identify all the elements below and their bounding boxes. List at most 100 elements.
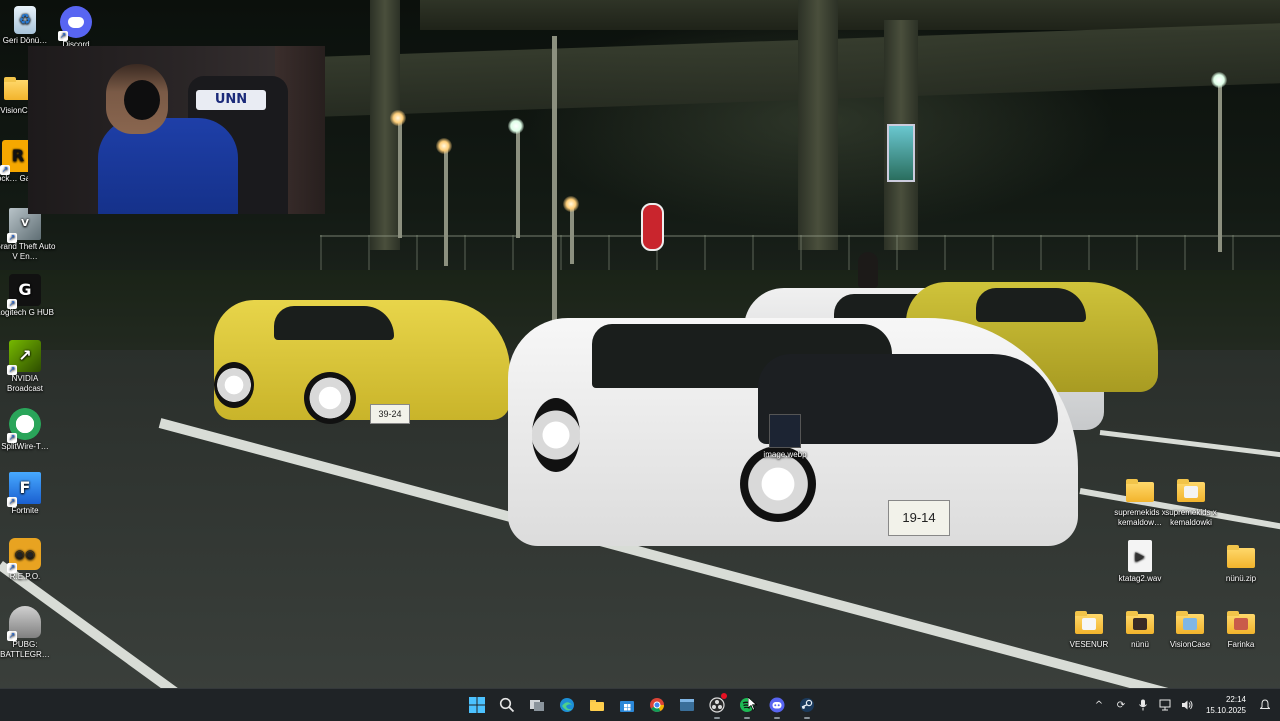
folder-icon [1124,474,1156,506]
wallpaper-street-lamp [444,146,448,266]
desktop-icon-label: image.webp [763,450,807,459]
webcam-overlay: UNN [28,46,325,214]
logitech-g-hub-icon: G [7,274,41,309]
webcam-person-torso [98,118,238,214]
folder-icon [1175,474,1207,506]
desktop-icon-label: Fortnite [11,506,39,515]
desktop-icon-label: Grand Theft Auto V En… [0,242,56,261]
folder-icon [1124,606,1156,638]
taskbar-store-button[interactable] [614,691,640,719]
steam-icon [799,697,815,713]
desktop-icon-fortnite[interactable]: F Fortnite [0,472,57,516]
desktop-icon-farinka[interactable]: Farinka [1209,606,1273,650]
desktop-icon-label: SplitWire-T… [1,442,49,451]
file-explorer-icon [589,697,605,713]
desktop-icon-repo[interactable]: ◉◉ R.E.P.O. [0,538,57,582]
repo-game-icon: ◉◉ [7,538,41,573]
webcam-headset [124,80,160,120]
wallpaper-lamp-glow [563,196,579,212]
desktop-icon-discord[interactable]: Discord [44,6,108,50]
splitwire-icon [7,408,41,443]
notification-center-button[interactable] [1258,698,1272,712]
discord-icon [769,697,785,713]
desktop-icon-nvidia[interactable]: ↗ NVIDIA Broadcast [0,340,57,394]
desktop-icon-gta[interactable]: V Grand Theft Auto V En… [0,208,57,262]
desktop-icon-splitwire[interactable]: SplitWire-T… [0,408,57,452]
wallpaper-no-entry-sign [641,203,664,251]
nvidia-broadcast-icon: ↗ [7,340,41,375]
wallpaper-pillar [798,0,838,250]
chevron-up-icon: ^ [1094,699,1104,711]
wallpaper-license-plate: 39-24 [370,404,410,424]
wallpaper-person [858,252,878,288]
tray-volume-icon[interactable] [1180,698,1194,712]
chrome-icon [649,697,665,713]
tray-microphone-icon[interactable] [1136,698,1150,712]
audio-file-icon: ▶ [1128,540,1152,572]
task-view-button[interactable] [524,691,550,719]
desktop-icon-label: nünü [1131,640,1149,649]
wallpaper-street-lamp [516,128,520,238]
desktop-icon-label: VESENUR [1069,640,1109,649]
mouse-cursor-icon [748,697,758,711]
taskbar-app-list [464,689,820,721]
wallpaper-lamp-glow [436,138,452,154]
taskbar-steam-button[interactable] [794,691,820,719]
desktop-icon-supremekids-2[interactable]: supremekids x kemaldowki [1159,474,1223,528]
desktop-icon-pubg[interactable]: PUBG: BATTLEGR… [0,606,57,660]
desktop-icon-label: Geri Dönü… [2,36,48,45]
taskbar-discord-button[interactable] [764,691,790,719]
wallpaper-lamp-glow [390,110,406,126]
recycle-bin-icon: ♻ [14,6,36,34]
zip-folder-icon [1225,540,1257,572]
search-icon [499,697,515,713]
wallpaper-license-plate: 19-14 [888,500,950,536]
edge-browser-icon [559,697,575,713]
desktop-icon-label: VisionCase [1169,640,1211,649]
wallpaper-light-pole [552,36,557,326]
obs-icon [709,697,725,713]
taskbar-clock[interactable]: 22:14 15.10.2025 [1206,694,1246,716]
task-view-icon [529,697,545,713]
desktop-icon-label: PUBG: BATTLEGR… [0,640,50,659]
show-hidden-icons-button[interactable]: ^ [1092,698,1106,712]
wallpaper-digital-sign [887,124,915,182]
desktop-icon-label: NVIDIA Broadcast [6,374,44,393]
folder-icon [1174,606,1206,638]
wallpaper-street-lamp [570,204,574,264]
wallpaper-lamp-glow [508,118,524,134]
start-button[interactable] [464,691,490,719]
folder-icon [1225,606,1257,638]
discord-icon [58,6,92,41]
fortnite-icon: F [7,472,41,507]
clock-date: 15.10.2025 [1205,706,1246,715]
desktop-icon-image-webp[interactable]: image.webp [753,414,817,460]
wallpaper-street-lamp [398,118,402,238]
taskbar-app-window-button[interactable] [674,691,700,719]
desktop-icon-nunu-zip[interactable]: nünü.zip [1209,540,1273,584]
microsoft-store-icon [619,697,635,713]
desktop-icon-ktatag2[interactable]: ▶ ktatag2.wav [1108,540,1172,584]
desktop-icon-label: nünü.zip [1225,574,1257,583]
taskbar-file-explorer-button[interactable] [584,691,610,719]
taskbar-obs-button[interactable] [704,691,730,719]
taskbar-search-button[interactable] [494,691,520,719]
tray-network-icon[interactable] [1158,698,1172,712]
tray-sync-icon[interactable]: ⟳ [1114,698,1128,712]
wallpaper-yellow-car: 39-24 [214,300,510,424]
taskbar-chrome-button[interactable] [644,691,670,719]
desktop-icon-label: R.E.P.O. [9,572,41,581]
folder-icon [1073,606,1105,638]
wallpaper-street-lamp [1218,82,1222,252]
desktop-icon-label: ktatag2.wav [1118,574,1162,583]
app-window-icon [679,697,695,713]
desktop-icon-label: Farinka [1227,640,1255,649]
wallpaper-overpass-upper [420,0,1280,30]
wallpaper-lamp-glow [1211,72,1227,88]
pubg-icon [7,606,41,641]
system-tray: ^ ⟳ 22:14 15.10.2025 [1092,689,1280,721]
webcam-chair-logo: UNN [196,90,266,110]
image-file-icon [769,414,801,448]
desktop-icon-logitech[interactable]: G Logitech G HUB [0,274,57,318]
taskbar-edge-button[interactable] [554,691,580,719]
